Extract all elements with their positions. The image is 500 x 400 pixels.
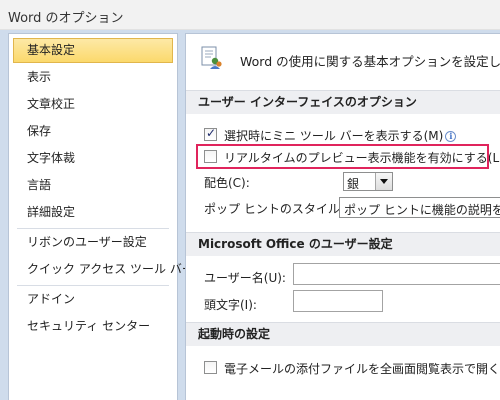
open-attachments-label: 電子メールの添付ファイルを全画面閲覧表示で開く(F)	[224, 362, 500, 376]
tooltip-style-label: ポップ ヒントのスタイル(R):	[204, 202, 362, 216]
sidebar-item-basic[interactable]: 基本設定	[13, 38, 173, 63]
sidebar-item-advanced[interactable]: 詳細設定	[13, 200, 173, 225]
options-sidebar: 基本設定 表示 文章校正 保存 文字体裁 言語 詳細設定 リボンのユーザー設定 …	[8, 33, 194, 400]
sidebar-item-customize-ribbon[interactable]: リボンのユーザー設定	[13, 230, 173, 255]
sidebar-item-save[interactable]: 保存	[13, 119, 173, 144]
live-preview-label: リアルタイムのプレビュー表示機能を有効にする(L)	[224, 151, 500, 165]
startup-heading: 起動時の設定	[186, 322, 500, 346]
live-preview-option[interactable]: リアルタイムのプレビュー表示機能を有効にする(L)i	[224, 149, 500, 166]
sidebar-item-language[interactable]: 言語	[13, 173, 173, 198]
open-attachments-checkbox[interactable]	[204, 361, 217, 374]
user-settings-heading: Microsoft Office のユーザー設定	[186, 232, 500, 256]
tooltip-style-value: ポップ ヒントに機能の説明を表示する	[344, 203, 500, 217]
sidebar-divider	[17, 228, 169, 229]
open-attachments-option[interactable]: 電子メールの添付ファイルを全画面閲覧表示で開く(F)i	[224, 360, 500, 377]
options-settings-icon	[201, 46, 222, 69]
ui-options-heading: ユーザー インターフェイスのオプション	[186, 90, 500, 114]
sidebar-item-trust-center[interactable]: セキュリティ センター	[13, 314, 173, 339]
sidebar-divider	[17, 285, 169, 286]
chevron-down-icon[interactable]	[375, 173, 392, 190]
initials-input[interactable]	[293, 290, 383, 312]
username-label: ユーザー名(U):	[204, 271, 286, 285]
word-options-dialog: Word のオプション 基本設定 表示 文章校正 保存 文字体裁 言語 詳細設定…	[0, 0, 500, 400]
sidebar-item-addins[interactable]: アドイン	[13, 287, 173, 312]
info-icon: i	[445, 131, 457, 142]
sidebar-item-quick-access-toolbar[interactable]: クイック アクセス ツール バー	[13, 257, 194, 282]
mini-toolbar-label: 選択時にミニ ツール バーを表示する(M)	[224, 129, 444, 143]
live-preview-checkbox[interactable]	[204, 150, 217, 163]
tooltip-style-select[interactable]: ポップ ヒントに機能の説明を表示する	[339, 197, 500, 218]
username-input[interactable]	[293, 263, 500, 285]
color-scheme-value: 銀	[347, 177, 360, 191]
sidebar-item-proofing[interactable]: 文章校正	[13, 92, 173, 117]
title-bar: Word のオプション	[0, 0, 500, 30]
window-title: Word のオプション	[8, 11, 124, 26]
initials-label: 頭文字(I):	[204, 298, 257, 312]
mini-toolbar-checkbox[interactable]	[204, 126, 217, 141]
sidebar-item-typography[interactable]: 文字体裁	[13, 146, 173, 171]
color-scheme-label: 配色(C):	[204, 176, 250, 190]
color-scheme-select[interactable]: 銀	[343, 172, 393, 191]
mini-toolbar-option[interactable]: 選択時にミニ ツール バーを表示する(M) i	[224, 127, 457, 144]
sidebar-item-display[interactable]: 表示	[13, 65, 173, 90]
options-content: Word の使用に関する基本オプションを設定します。 ユーザー インターフェイス…	[185, 33, 500, 400]
intro-text: Word の使用に関する基本オプションを設定します。	[240, 54, 500, 69]
